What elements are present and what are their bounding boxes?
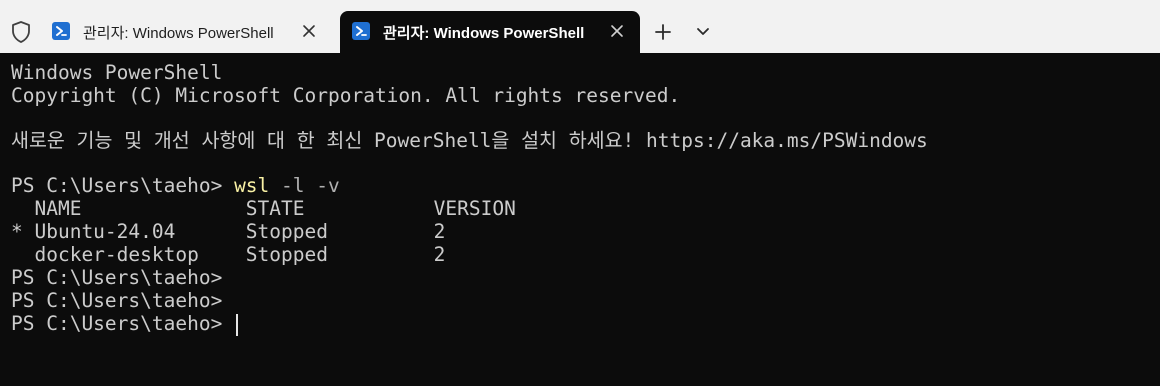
- copyright-line: Copyright (C) Microsoft Corporation. All…: [11, 84, 681, 107]
- prompt-line: PS C:\Users\taeho>: [11, 266, 223, 289]
- prompt-line: PS C:\Users\taeho>: [11, 289, 223, 312]
- tab-title: 관리자: Windows PowerShell: [383, 25, 585, 42]
- plus-icon[interactable]: [652, 21, 674, 43]
- active-prompt-line[interactable]: PS C:\Users\taeho>: [11, 312, 1160, 336]
- table-header: NAME STATE VERSION: [11, 197, 516, 220]
- command-name: wsl: [234, 174, 270, 197]
- prompt: PS C:\Users\taeho>: [11, 174, 235, 197]
- close-icon[interactable]: [300, 22, 318, 40]
- update-notice-line: 새로운 기능 및 개선 사항에 대 한 최신 PowerShell을 설치 하세…: [11, 129, 928, 152]
- shield-icon: [10, 20, 32, 44]
- command-args: -l -v: [269, 174, 340, 197]
- powershell-icon: [352, 22, 370, 40]
- tab-powershell-1[interactable]: 관리자: Windows PowerShell: [40, 11, 332, 53]
- tab-title: 관리자: Windows PowerShell: [83, 25, 274, 42]
- table-row: * Ubuntu-24.04 Stopped 2: [11, 220, 446, 243]
- tab-powershell-2[interactable]: 관리자: Windows PowerShell: [340, 11, 640, 53]
- banner-line: Windows PowerShell: [11, 61, 223, 84]
- terminal-output[interactable]: Windows PowerShell Copyright (C) Microso…: [0, 53, 1160, 386]
- powershell-icon: [52, 22, 70, 40]
- close-icon[interactable]: [608, 22, 626, 40]
- command-line: PS C:\Users\taeho> wsl -l -v: [11, 174, 1160, 197]
- prompt: PS C:\Users\taeho>: [11, 312, 235, 335]
- table-row: docker-desktop Stopped 2: [11, 243, 446, 266]
- chevron-down-icon[interactable]: [694, 24, 712, 40]
- tab-bar: 관리자: Windows PowerShell 관리자: Windows Pow…: [0, 0, 1160, 53]
- text-cursor: [236, 313, 239, 336]
- terminal-window: 관리자: Windows PowerShell 관리자: Windows Pow…: [0, 0, 1160, 386]
